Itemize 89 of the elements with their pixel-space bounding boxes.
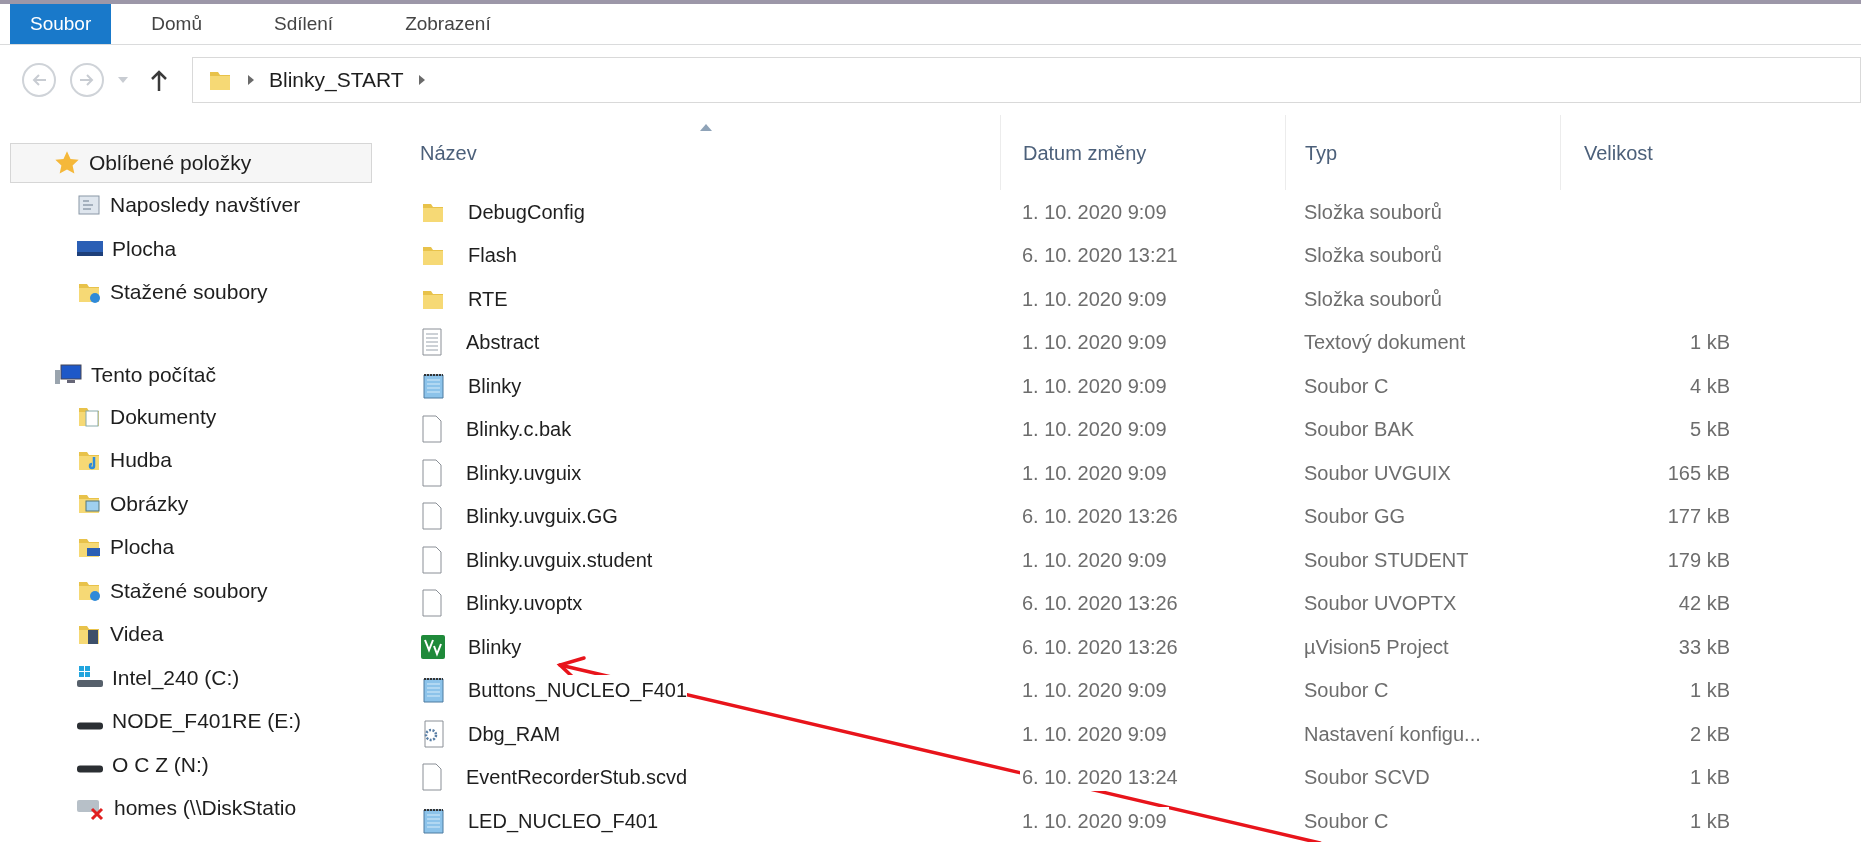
- blank-file-icon: [420, 763, 444, 792]
- file-row[interactable]: Blinky.c.bak 1. 10. 2020 9:09 Soubor BAK 5 kB: [400, 407, 1861, 451]
- sidebar-item[interactable]: Plocha: [10, 525, 400, 569]
- right-arrow-icon: [79, 73, 95, 87]
- file-row[interactable]: Blinky 1. 10. 2020 9:09 Soubor C 4 kB: [400, 364, 1861, 408]
- file-row[interactable]: Flash 6. 10. 2020 13:21 Složka souborů: [400, 233, 1861, 277]
- address-bar[interactable]: Blinky_START: [192, 57, 1861, 103]
- blank-file-icon: [420, 589, 444, 618]
- drive-icon: [76, 765, 104, 774]
- back-button[interactable]: [22, 63, 56, 97]
- left-arrow-icon: [31, 73, 47, 87]
- type-cell-text: µVision5 Project: [1303, 634, 1450, 660]
- up-arrow-icon[interactable]: [150, 69, 168, 91]
- size-cell-text: 1 kB: [1688, 678, 1731, 704]
- sidebar-group-header[interactable]: Oblíbené položky: [10, 143, 372, 183]
- size-cell-text: 179 kB: [1666, 547, 1731, 573]
- type-cell-text: Soubor C: [1303, 808, 1390, 834]
- project-file-icon: [420, 633, 446, 660]
- forward-button[interactable]: [70, 63, 104, 97]
- sidebar-item[interactable]: Obrázky: [10, 481, 400, 525]
- type-cell-text: Soubor UVGUIX: [1303, 460, 1452, 486]
- type-cell-text: Soubor SCVD: [1303, 765, 1431, 791]
- sidebar-item[interactable]: Dokumenty: [10, 394, 400, 438]
- source-file-icon: [420, 806, 446, 835]
- file-row[interactable]: Dbg_RAM 1. 10. 2020 9:09 Nastavení konfigu... 2 kB: [400, 712, 1861, 756]
- size-cell-text: 1 kB: [1688, 808, 1731, 834]
- sidebar-item[interactable]: Stažené soubory: [10, 568, 400, 612]
- ribbon-tab[interactable]: Zobrazení: [385, 4, 511, 44]
- sidebar-item[interactable]: O C Z (N:): [10, 742, 400, 786]
- size-cell-text: 42 kB: [1677, 591, 1731, 617]
- type-cell-text: Soubor BAK: [1303, 417, 1416, 443]
- sidebar-item[interactable]: homes (\\DiskStatio: [10, 786, 400, 830]
- sidebar-item[interactable]: NODE_F401RE (E:): [10, 699, 400, 743]
- size-cell-text: 1 kB: [1688, 765, 1731, 791]
- ribbon-tab[interactable]: Sdílení: [253, 4, 354, 44]
- ribbon-tab[interactable]: Soubor: [10, 4, 112, 44]
- text-file-icon: [420, 328, 444, 357]
- file-row[interactable]: Abstract 1. 10. 2020 9:09 Textový dokument 1 kB: [400, 320, 1861, 364]
- column-header[interactable]: Typ: [1285, 115, 1560, 190]
- type-cell-text: Soubor GG: [1303, 504, 1407, 530]
- type-cell-text: Soubor UVOPTX: [1303, 591, 1458, 617]
- type-cell-text: Složka souborů: [1303, 199, 1443, 225]
- source-file-icon: [420, 676, 446, 705]
- column-header[interactable]: Název: [400, 115, 1000, 190]
- chevron-right-icon: [247, 74, 255, 86]
- size-cell-text: 5 kB: [1688, 417, 1731, 443]
- file-row[interactable]: Blinky.uvguix.student 1. 10. 2020 9:09 Soubor STUDENT 179 kB: [400, 538, 1861, 582]
- file-row[interactable]: Buttons_NUCLEO_F401 1. 10. 2020 9:09 Soubor C 1 kB: [400, 668, 1861, 712]
- file-row[interactable]: Blinky.uvguix 1. 10. 2020 9:09 Soubor UVGUIX 165 kB: [400, 451, 1861, 495]
- type-cell-text: Nastavení konfigu...: [1303, 721, 1482, 747]
- blank-file-icon: [420, 458, 444, 487]
- dropdown-caret-icon[interactable]: [118, 77, 128, 83]
- sidebar-item[interactable]: Stažené soubory: [10, 270, 400, 314]
- sidebar-item[interactable]: Plocha: [10, 226, 400, 270]
- file-row[interactable]: Blinky.uvguix.GG 6. 10. 2020 13:26 Soubor GG 177 kB: [400, 494, 1861, 538]
- size-cell-text: 4 kB: [1688, 373, 1731, 399]
- sidebar-group-header[interactable]: Tento počítač: [10, 354, 372, 395]
- blank-file-icon: [420, 502, 444, 531]
- chevron-right-icon: [417, 74, 426, 86]
- ribbon-tab[interactable]: Domů: [131, 4, 222, 44]
- blank-file-icon: [420, 415, 444, 444]
- type-cell-text: Složka souborů: [1303, 243, 1443, 269]
- file-row[interactable]: DebugConfig 1. 10. 2020 9:09 Složka souborů: [400, 190, 1861, 234]
- sidebar-item[interactable]: Hudba: [10, 438, 400, 482]
- drive-icon: [76, 721, 104, 730]
- size-cell-text: 1 kB: [1688, 330, 1731, 356]
- type-cell-text: Soubor C: [1303, 678, 1390, 704]
- size-cell-text: 33 kB: [1677, 634, 1731, 660]
- sidebar-item[interactable]: Intel_240 (C:): [10, 655, 400, 699]
- file-row[interactable]: RTE 1. 10. 2020 9:09 Složka souborů: [400, 277, 1861, 321]
- file-row[interactable]: Blinky.uvoptx 6. 10. 2020 13:26 Soubor UVOPTX 42 kB: [400, 581, 1861, 625]
- sidebar-item[interactable]: Naposledy navštíver: [10, 183, 400, 227]
- type-cell-text: Soubor C: [1303, 373, 1390, 399]
- sort-caret-icon: [700, 124, 712, 131]
- path-segment[interactable]: Blinky_START: [269, 64, 404, 96]
- sidebar-item[interactable]: Videa: [10, 612, 400, 656]
- type-cell-text: Textový dokument: [1303, 330, 1467, 356]
- type-cell-text: Soubor STUDENT: [1303, 547, 1470, 573]
- blank-file-icon: [420, 545, 444, 574]
- file-row[interactable]: EventRecorderStub.scvd 6. 10. 2020 13:24 Soubor SCVD 1 kB: [400, 755, 1861, 799]
- column-header[interactable]: Datum změny: [1000, 115, 1285, 190]
- source-file-icon: [420, 371, 446, 400]
- size-cell-text: 165 kB: [1666, 460, 1731, 486]
- size-cell-text: 177 kB: [1666, 504, 1731, 530]
- size-cell-text: 2 kB: [1688, 721, 1731, 747]
- column-header[interactable]: Velikost: [1560, 115, 1745, 190]
- file-row[interactable]: Blinky 6. 10. 2020 13:26 µVision5 Project 33 kB: [400, 625, 1861, 669]
- file-row[interactable]: LED_NUCLEO_F401 1. 10. 2020 9:09 Soubor C 1 kB: [400, 799, 1861, 842]
- type-cell-text: Složka souborů: [1303, 286, 1443, 312]
